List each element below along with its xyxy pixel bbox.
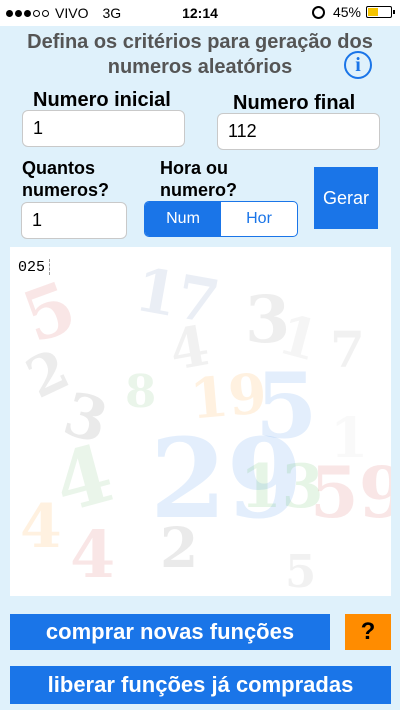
mode-num-option[interactable]: Num <box>145 202 221 236</box>
svg-text:2: 2 <box>160 515 198 580</box>
info-icon[interactable]: i <box>344 51 372 79</box>
mode-label: Hora ou numero? <box>160 158 238 200</box>
help-button[interactable]: ? <box>345 614 391 650</box>
battery-percent: 45% <box>332 4 361 20</box>
start-label: Numero inicial <box>33 89 171 111</box>
status-bar: VIVO 3G 12:14 45% <box>0 0 400 26</box>
page-title: Defina os critérios para geração dos num… <box>27 31 373 78</box>
background-numbers-image: 5 17 4 3 1 7 2 3 8 19 5 1 4 29 13 59 4 4… <box>12 255 391 596</box>
buy-functions-button[interactable]: comprar novas funções <box>10 614 330 650</box>
start-input[interactable]: 1 <box>22 110 185 147</box>
end-label: Numero final <box>233 92 356 114</box>
result-text: 025 <box>18 259 51 276</box>
rotation-lock-icon <box>311 5 325 19</box>
svg-text:8: 8 <box>125 365 156 418</box>
battery-icon <box>366 6 395 18</box>
end-input[interactable]: 112 <box>217 113 380 150</box>
svg-text:59: 59 <box>310 451 391 534</box>
mode-segmented-control: Num Hor <box>144 201 298 237</box>
svg-text:7: 7 <box>330 320 365 379</box>
unlock-functions-button[interactable]: liberar funções já compradas <box>10 666 391 704</box>
quantity-label: Quantos numeros? <box>22 158 110 200</box>
svg-text:4: 4 <box>20 492 62 562</box>
quantity-input[interactable]: 1 <box>21 202 127 239</box>
svg-text:4: 4 <box>70 517 115 593</box>
generate-button[interactable]: Gerar <box>314 167 378 229</box>
result-value: 025 <box>18 259 46 276</box>
status-right: 45% <box>311 4 395 20</box>
mode-hor-option[interactable]: Hor <box>221 202 297 236</box>
text-cursor <box>49 259 51 276</box>
result-area[interactable]: 5 17 4 3 1 7 2 3 8 19 5 1 4 29 13 59 4 4… <box>10 247 391 596</box>
svg-text:5: 5 <box>285 545 316 596</box>
